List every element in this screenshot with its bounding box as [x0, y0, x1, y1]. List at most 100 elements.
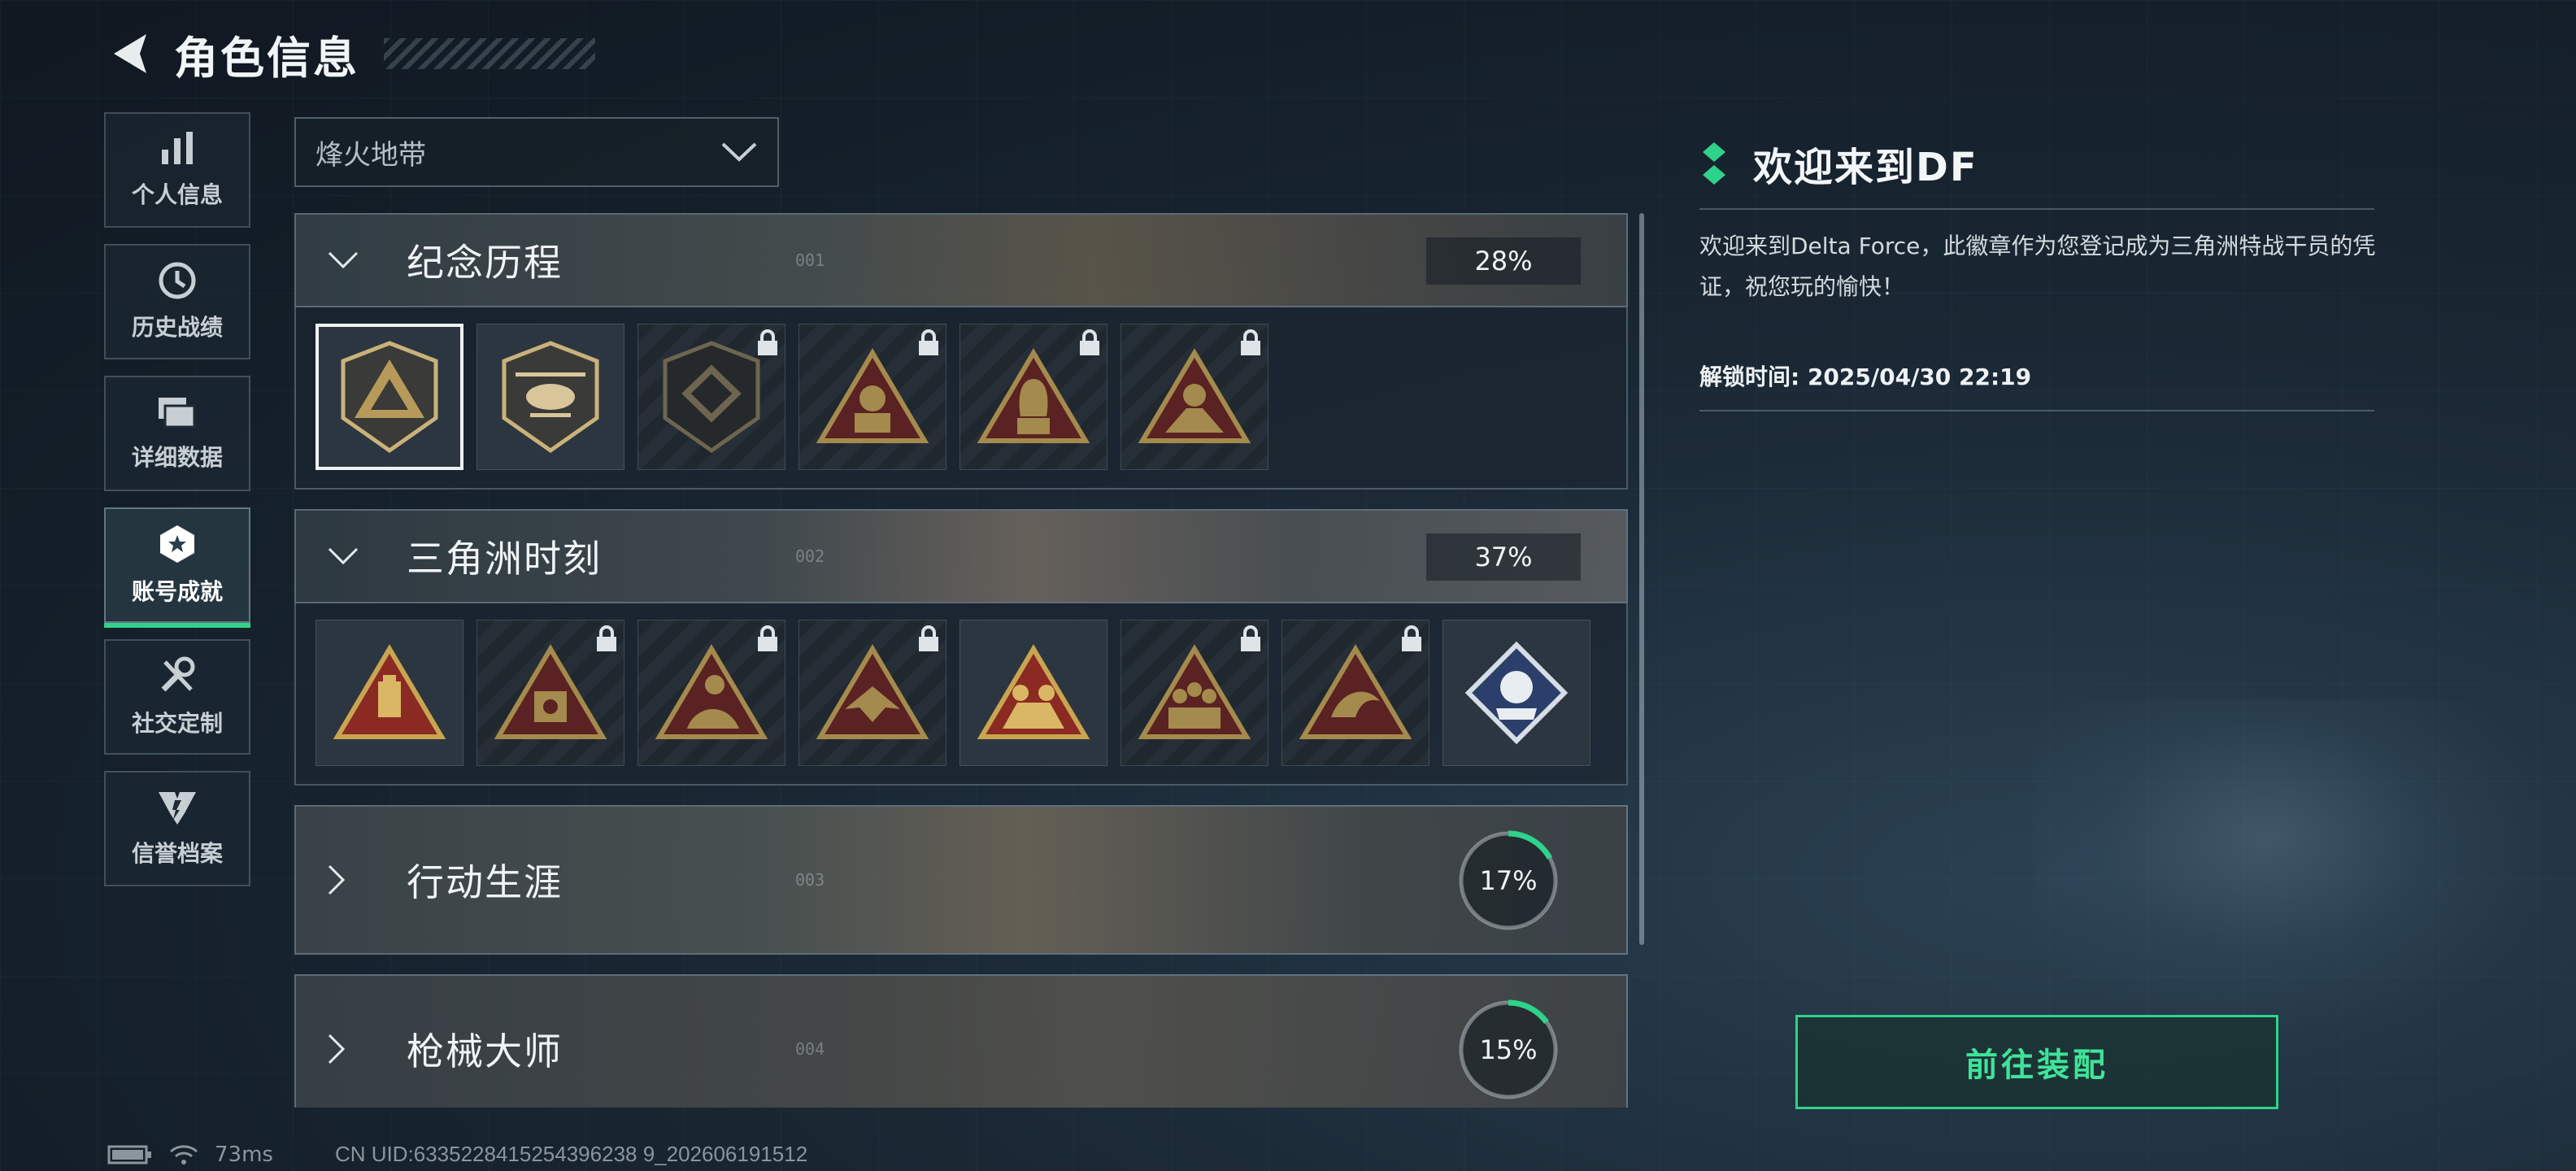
badge-emblem-shield[interactable] [637, 324, 785, 470]
page-title: 角色信息 [174, 32, 359, 84]
battery-icon [107, 1145, 151, 1164]
achievement-badge-icon [160, 525, 194, 563]
category-number: 002 [795, 546, 825, 566]
badge-soldier-triangle[interactable] [798, 324, 946, 470]
category-number: 003 [795, 870, 825, 890]
soldier-triangle-badge-icon [816, 348, 929, 443]
chevron-right-icon [327, 864, 385, 896]
network-ping: 73ms [215, 1142, 273, 1167]
badge-vault-triangle[interactable] [476, 620, 624, 766]
category-number: 004 [795, 1039, 825, 1059]
category-header-weapon-master[interactable]: 枪械大师 004 15% [294, 974, 1628, 1108]
chevron-right-icon [327, 1033, 385, 1065]
category-header-career[interactable]: 行动生涯 003 17% [294, 805, 1628, 955]
green-diamond-icon [1703, 142, 1725, 185]
hooded-operator-triangle-badge-icon [977, 348, 1090, 443]
category-number: 001 [795, 250, 825, 270]
squad-triangle-badge-icon [1138, 348, 1251, 443]
folder-data-icon [159, 398, 196, 429]
badge-squad-triangle[interactable] [1120, 324, 1268, 470]
history-clock-icon [159, 262, 196, 299]
emblem-shield-badge-icon [663, 341, 760, 454]
chevron-down-icon [721, 142, 757, 162]
category-progress-ring: 15% [1456, 997, 1561, 1103]
lock-icon [919, 625, 938, 651]
category-percent: 28% [1426, 237, 1581, 285]
nav-item-social-custom[interactable]: 社交定制 [104, 639, 250, 755]
lock-icon [1402, 625, 1421, 651]
category-name: 行动生涯 [407, 860, 563, 904]
side-nav: 个人信息 历史战绩 详细数据 账号成就 社交定制 信誉档案 [104, 112, 254, 903]
lock-icon [1241, 625, 1260, 651]
dolphin-triangle-badge-icon [1299, 644, 1412, 739]
badge-rider-triangle[interactable] [637, 620, 785, 766]
lock-icon [1241, 329, 1260, 355]
badge-unlock-time: 解锁时间: 2025/04/30 22:19 [1699, 363, 2032, 390]
badge-hooded-triangle[interactable] [959, 324, 1107, 470]
page-header: 角色信息 [104, 23, 595, 85]
chevron-down-icon [327, 250, 385, 270]
category-list-scrollbar[interactable] [1639, 213, 1644, 945]
nav-item-label: 详细数据 [131, 444, 223, 471]
category-percent: 15% [1479, 1034, 1538, 1065]
team-triangle-badge-icon [977, 644, 1090, 739]
badge-detail-description: 欢迎来到Delta Force，此徽章作为您登记成为三角洲特战干员的凭证，祝您玩… [1699, 233, 2376, 300]
tools-icon [161, 656, 195, 692]
badge-detail-title: 欢迎来到DF [1753, 145, 1978, 190]
badge-eagle-triangle[interactable] [798, 620, 946, 766]
bar-chart-icon [162, 132, 193, 164]
nav-item-detailed-data[interactable]: 详细数据 [104, 376, 250, 491]
nav-item-label: 信誉档案 [131, 840, 223, 867]
badge-helicopter-shield[interactable] [476, 324, 624, 470]
category-name: 三角洲时刻 [407, 537, 602, 581]
nav-item-history[interactable]: 历史战绩 [104, 244, 250, 359]
divider [1699, 208, 2374, 210]
helicopter-shield-badge-icon [502, 341, 599, 454]
nav-item-personal-info[interactable]: 个人信息 [104, 112, 250, 228]
rider-triangle-badge-icon [655, 644, 768, 739]
title-decoration [384, 38, 595, 69]
badge-detail-header: 欢迎来到DF [1699, 135, 1978, 192]
nav-item-achievements[interactable]: 账号成就 [104, 507, 250, 628]
lock-icon [919, 329, 938, 355]
background-storm-glow [2033, 699, 2553, 1041]
lock-icon [597, 625, 616, 651]
category-name: 纪念历程 [407, 241, 563, 285]
delta-shield-badge-icon [341, 341, 438, 454]
badge-team-triangle[interactable] [959, 620, 1107, 766]
category-progress-ring: 17% [1456, 828, 1561, 934]
vault-triangle-badge-icon [494, 644, 607, 739]
lock-icon [758, 329, 777, 355]
badge-crowd-triangle[interactable] [1120, 620, 1268, 766]
lock-icon [758, 625, 777, 651]
category-header-delta-moments[interactable]: 三角洲时刻 002 37% [294, 509, 1628, 603]
mode-select-value: 烽火地带 [315, 138, 426, 172]
badge-rose-diamond[interactable] [1442, 620, 1590, 766]
category-badge-grid [294, 603, 1628, 786]
status-bar: 73ms CN UID:6335228415254396238 9_202606… [107, 1142, 807, 1167]
wifi-icon [170, 1144, 198, 1164]
go-equip-button[interactable]: 前往装配 [1795, 1015, 2278, 1109]
nav-item-reputation[interactable]: 信誉档案 [104, 771, 250, 886]
divider [1699, 410, 2374, 411]
reputation-emblem-icon [159, 792, 196, 825]
eagle-triangle-badge-icon [816, 644, 929, 739]
nav-item-label: 账号成就 [131, 578, 223, 605]
back-arrow-icon[interactable] [104, 29, 153, 78]
chevron-down-icon [327, 546, 385, 566]
player-uid: CN UID:6335228415254396238 9_20260619151… [334, 1142, 808, 1166]
badge-usb-triangle[interactable] [315, 620, 463, 766]
nav-item-label: 历史战绩 [131, 314, 223, 341]
achievement-category-list: 纪念历程 001 28% 三角洲时刻 002 37% 行动生涯 003 17% … [294, 213, 1628, 1108]
category-percent: 17% [1479, 865, 1538, 896]
badge-dolphin-triangle[interactable] [1281, 620, 1429, 766]
lock-icon [1080, 329, 1099, 355]
category-header-memorial[interactable]: 纪念历程 001 28% [294, 213, 1628, 307]
rose-diamond-badge-icon [1464, 641, 1569, 745]
mode-select-dropdown[interactable]: 烽火地带 [294, 117, 779, 187]
category-percent: 37% [1426, 533, 1581, 581]
nav-item-label: 个人信息 [131, 181, 223, 208]
crowd-triangle-badge-icon [1138, 644, 1251, 739]
category-name: 枪械大师 [407, 1030, 563, 1073]
badge-delta-shield[interactable] [315, 324, 463, 470]
